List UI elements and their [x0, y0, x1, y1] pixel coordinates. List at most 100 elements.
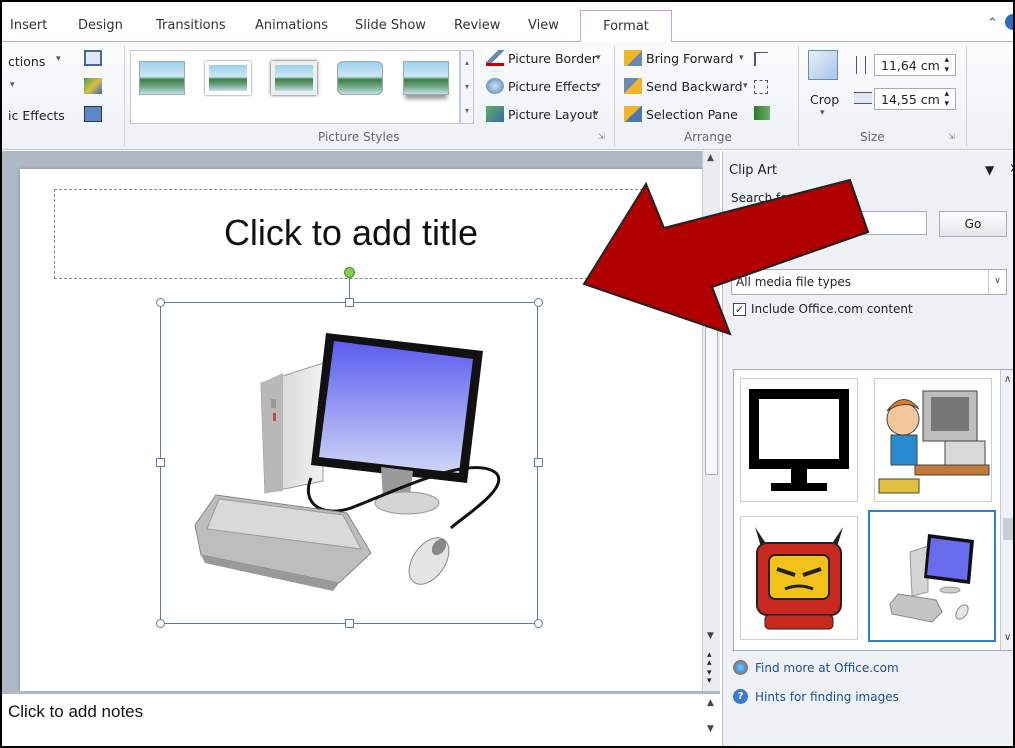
include-office-checkbox[interactable]: ✓ [733, 303, 746, 316]
help-icon[interactable] [1005, 14, 1013, 30]
tab-view[interactable]: View [528, 18, 559, 33]
picture-effects-icon [486, 78, 504, 94]
dropdown-arrow-icon: ▾ [596, 53, 601, 63]
resize-handle[interactable] [345, 298, 354, 307]
send-backward-button[interactable]: Send Backward [646, 79, 743, 94]
minimize-ribbon-icon[interactable]: ⌃ [987, 16, 998, 31]
picture-style-thumbnail[interactable] [403, 61, 449, 95]
pane-options-icon[interactable]: ▼ [985, 163, 994, 177]
change-picture-icon[interactable] [84, 78, 102, 94]
reset-picture-icon[interactable] [84, 106, 102, 122]
picture-style-thumbnail[interactable] [271, 61, 317, 95]
resize-handle[interactable] [156, 619, 165, 628]
slide-editing-area: Click to add title [2, 151, 720, 695]
shape-width-input[interactable]: 14,55 cm ▴ ▾ [874, 88, 956, 110]
picture-styles-group-label: Picture Styles [318, 130, 400, 144]
resize-handle[interactable] [534, 619, 543, 628]
find-more-link[interactable]: Find more at Office.com [755, 661, 899, 675]
notes-placeholder: Click to add notes [8, 702, 144, 721]
tab-animations[interactable]: Animations [255, 18, 328, 33]
chevron-down-icon[interactable]: ∨ [988, 270, 1006, 294]
close-icon[interactable]: × [1009, 161, 1013, 176]
notes-scroll-down-icon[interactable]: ▼ [707, 724, 714, 734]
shape-height-value: 11,64 cm [881, 58, 940, 73]
dropdown-arrow-icon: ▾ [739, 53, 744, 63]
gallery-scroll-buttons[interactable]: ▴ ▾ ▾ [460, 50, 474, 124]
rotation-handle[interactable] [344, 267, 355, 278]
results-scroll-thumb[interactable] [1003, 518, 1013, 540]
picture-effects-button[interactable]: Picture Effects [508, 79, 597, 94]
scroll-thumb[interactable] [705, 327, 718, 475]
resize-handle[interactable] [534, 298, 543, 307]
color-dropdown-icon[interactable]: ▾ [10, 80, 15, 90]
result-angry-monitor-clipart[interactable] [740, 516, 858, 640]
clip-art-results: ∧ ∨ [733, 369, 1013, 651]
media-type-select[interactable]: All media file types ∨ [731, 269, 1007, 295]
rotation-stem [349, 275, 350, 299]
picture-layout-icon [486, 106, 504, 122]
corrections-button[interactable]: ctions [8, 54, 45, 69]
arrange-group-label: Arrange [684, 130, 732, 144]
selection-pane-icon [624, 106, 642, 122]
bring-forward-button[interactable]: Bring Forward [646, 51, 733, 66]
shape-height-icon [856, 56, 866, 74]
search-input[interactable] [731, 211, 927, 235]
picture-styles-gallery [130, 50, 460, 124]
tab-design[interactable]: Design [78, 18, 123, 33]
next-slide-icon[interactable]: ▾ ▾ [707, 669, 712, 686]
artistic-effects-button[interactable]: ic Effects [8, 108, 65, 123]
results-should-be-label: ould be: [731, 247, 780, 261]
result-boy-computer-clipart[interactable] [874, 378, 992, 502]
tab-review[interactable]: Review [454, 18, 500, 33]
group-objects-icon[interactable] [754, 80, 768, 94]
scroll-down-icon[interactable]: ▼ [707, 631, 714, 641]
dialog-launcher-icon[interactable]: ⇲ [948, 132, 955, 141]
notes-pane[interactable]: Click to add notes ▲ ▼ [2, 691, 720, 746]
picture-style-thumbnail[interactable] [139, 61, 185, 95]
resize-handle[interactable] [156, 458, 165, 467]
clip-art-pane: Clip Art ▼ × Search fo Go ould be: All m… [722, 151, 1013, 746]
dropdown-arrow-icon: ▾ [743, 81, 748, 91]
shape-width-value: 14,55 cm [881, 92, 940, 107]
dialog-launcher-icon[interactable]: ⇲ [598, 132, 605, 141]
chevron-down-icon[interactable]: ∨ [1004, 632, 1011, 643]
resize-handle[interactable] [156, 298, 165, 307]
result-monitor-clipart[interactable] [740, 378, 858, 502]
shape-height-input[interactable]: 11,64 cm ▴ ▾ [874, 54, 956, 76]
tab-insert[interactable]: Insert [10, 18, 47, 33]
resize-handle[interactable] [534, 458, 543, 467]
compress-pictures-icon[interactable] [84, 50, 102, 66]
picture-border-button[interactable]: Picture Border [508, 51, 597, 66]
resize-handle[interactable] [345, 619, 354, 628]
picture-border-icon [486, 50, 504, 66]
picture-style-thumbnail[interactable] [205, 61, 251, 95]
slide-canvas[interactable]: Click to add title [20, 169, 706, 695]
picture-layout-button[interactable]: Picture Layout [508, 107, 597, 122]
rotate-icon[interactable] [754, 106, 770, 120]
chevron-up-icon[interactable]: ∧ [1004, 374, 1011, 385]
tab-transitions[interactable]: Transitions [156, 18, 226, 33]
align-icon[interactable] [754, 52, 768, 66]
title-placeholder-text: Click to add title [223, 212, 479, 253]
group-separator [966, 46, 967, 146]
selected-picture[interactable] [160, 302, 538, 624]
office-online-icon [733, 660, 748, 675]
previous-slide-icon[interactable]: ▴ ▴ [707, 651, 712, 668]
tab-slide-show[interactable]: Slide Show [355, 18, 426, 33]
title-placeholder[interactable]: Click to add title [54, 189, 648, 279]
picture-style-thumbnail[interactable] [337, 61, 383, 95]
hints-link[interactable]: Hints for finding images [755, 690, 899, 704]
boy-at-computer-image [878, 390, 990, 494]
go-button[interactable]: Go [939, 211, 1007, 237]
slide-vertical-scrollbar[interactable]: ▲ ▼ ▴ ▴ ▾ ▾ [702, 151, 720, 691]
angry-monitor-image [755, 527, 843, 630]
result-computer-clipart-selected[interactable] [868, 510, 996, 642]
computer-clipart-image [194, 333, 501, 591]
results-scrollbar[interactable]: ∧ ∨ [1000, 370, 1013, 650]
bring-forward-icon [624, 50, 642, 66]
tab-format[interactable]: Format [580, 10, 672, 44]
notes-scroll-up-icon[interactable]: ▲ [707, 698, 714, 708]
selection-pane-button[interactable]: Selection Pane [646, 107, 738, 122]
crop-button[interactable]: Crop [810, 92, 839, 107]
scroll-up-icon[interactable]: ▲ [707, 153, 714, 163]
